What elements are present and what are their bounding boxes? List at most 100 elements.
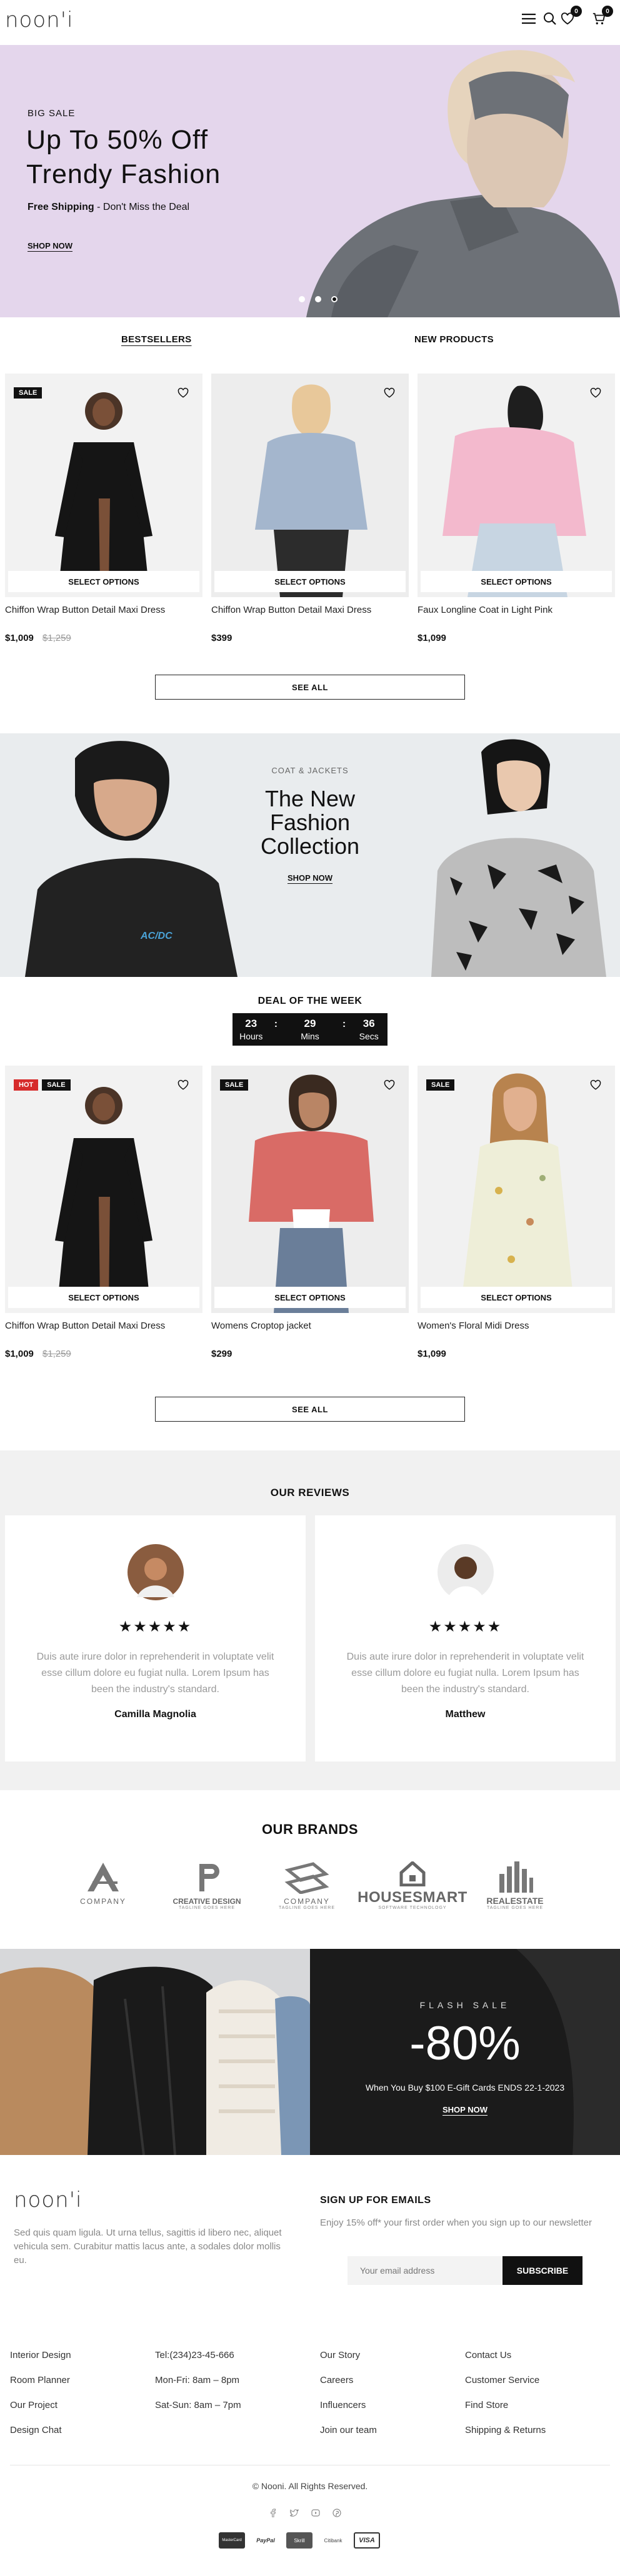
brand-logo[interactable]: REALESTATE TAGLINE GOES HERE bbox=[478, 1861, 552, 1918]
social-links bbox=[269, 2509, 341, 2517]
product-card[interactable]: HOT SALE SELECT OPTIONS Chiffon Wrap Butt… bbox=[5, 1066, 202, 1359]
footer-link[interactable]: Our Story bbox=[320, 2350, 445, 2375]
price-current: $1,009 bbox=[5, 1349, 34, 1359]
hero-banner: BIG SALE Up To 50% Off Trendy Fashion Fr… bbox=[0, 45, 620, 317]
product-name[interactable]: Womens Croptop jacket bbox=[211, 1320, 409, 1331]
countdown-secs: 36 Secs bbox=[359, 1018, 379, 1041]
product-card[interactable]: SELECT OPTIONS Faux Longline Coat in Lig… bbox=[418, 374, 615, 643]
brand-tagline: TAGLINE GOES HERE bbox=[279, 1906, 335, 1910]
product-image[interactable]: SELECT OPTIONS bbox=[418, 374, 615, 597]
collection-shop-now-link[interactable]: SHOP NOW bbox=[0, 873, 620, 883]
tab-bestsellers[interactable]: BESTSELLERS bbox=[121, 334, 191, 345]
skrill-icon: Skrill bbox=[286, 2532, 312, 2549]
product-name[interactable]: Chiffon Wrap Button Detail Maxi Dress bbox=[5, 605, 202, 615]
select-options-button[interactable]: SELECT OPTIONS bbox=[8, 571, 199, 592]
brand-logo[interactable]: COMPANY TAGLINE GOES HERE bbox=[272, 1861, 341, 1918]
pinterest-icon[interactable] bbox=[332, 2509, 341, 2517]
slider-dot[interactable] bbox=[315, 296, 321, 302]
brand-logo[interactable]: COMPANY bbox=[69, 1861, 138, 1918]
select-options-button[interactable]: SELECT OPTIONS bbox=[421, 1287, 612, 1308]
see-all-button[interactable]: SEE ALL bbox=[155, 675, 465, 700]
brand-logo[interactable]: HOUSESMART SOFTWARE TECHNOLOGY bbox=[356, 1860, 469, 1918]
hero-model-image bbox=[294, 45, 620, 317]
product-tags: SALE bbox=[426, 1079, 455, 1091]
wishlist-heart-icon[interactable] bbox=[590, 387, 601, 399]
sale-badge: SALE bbox=[220, 1079, 249, 1091]
product-price: $1,009 $1,259 bbox=[5, 1349, 202, 1359]
cart-icon[interactable]: 0 bbox=[590, 6, 613, 27]
brand-tagline: TAGLINE GOES HERE bbox=[487, 1906, 543, 1910]
flash-sale-desc: When You Buy $100 E-Gift Cards ENDS 22-1… bbox=[365, 2083, 565, 2093]
select-options-button[interactable]: SELECT OPTIONS bbox=[214, 571, 406, 592]
collection-title-line1: The New bbox=[264, 786, 356, 811]
review-stars: ★★★★★ bbox=[428, 1618, 502, 1635]
footer-link[interactable]: Shipping & Returns bbox=[465, 2425, 609, 2450]
menu-icon[interactable] bbox=[520, 10, 538, 27]
brand-logo[interactable]: CREATIVE DESIGN TAGLINE GOES HERE bbox=[164, 1861, 250, 1918]
footer-link[interactable]: Customer Service bbox=[465, 2375, 609, 2400]
flash-sale-shop-now-link[interactable]: SHOP NOW bbox=[310, 2105, 620, 2114]
product-name[interactable]: Chiffon Wrap Button Detail Maxi Dress bbox=[5, 1320, 202, 1331]
slider-dot-active[interactable] bbox=[331, 296, 338, 302]
product-card[interactable]: SALE SELECT OPTIONS Womens Croptop jacke… bbox=[211, 1066, 409, 1359]
product-card[interactable]: SALE SELECT OPTIONS Chiffon Wrap Button … bbox=[5, 374, 202, 643]
footer-contact-phone[interactable]: Tel:(234)23-45-666 bbox=[155, 2350, 292, 2375]
youtube-icon[interactable] bbox=[311, 2509, 320, 2517]
footer-link[interactable]: Contact Us bbox=[465, 2350, 609, 2375]
footer-link[interactable]: Room Planner bbox=[10, 2375, 135, 2400]
brand-tagline: SOFTWARE TECHNOLOGY bbox=[378, 1906, 447, 1910]
wishlist-heart-icon[interactable] bbox=[178, 1079, 189, 1091]
footer-link[interactable]: Careers bbox=[320, 2375, 445, 2400]
footer-col-3: Our Story Careers Influencers Join our t… bbox=[320, 2350, 445, 2450]
search-icon[interactable] bbox=[541, 10, 559, 27]
hero-title-line1: Up To 50% Off bbox=[26, 125, 209, 155]
footer-logo[interactable]: noon'i bbox=[14, 2187, 82, 2212]
reviews-title: OUR REVIEWS bbox=[270, 1487, 350, 1499]
product-image[interactable]: SALE SELECT OPTIONS bbox=[418, 1066, 615, 1313]
signup-text: Enjoy 15% off* your first order when you… bbox=[320, 2217, 592, 2228]
facebook-icon[interactable] bbox=[269, 2509, 278, 2517]
footer-link[interactable]: Find Store bbox=[465, 2400, 609, 2425]
price-current: $1,099 bbox=[418, 1349, 446, 1359]
paypal-icon: PayPal bbox=[256, 2537, 275, 2544]
review-card: ★★★★★ Duis aute irure dolor in reprehend… bbox=[315, 1515, 616, 1761]
footer-link[interactable]: Our Project bbox=[10, 2400, 135, 2425]
product-name[interactable]: Women's Floral Midi Dress bbox=[418, 1320, 615, 1331]
footer-link[interactable]: Join our team bbox=[320, 2425, 445, 2450]
footer-link[interactable]: Design Chat bbox=[10, 2425, 135, 2450]
site-logo[interactable]: noon'i bbox=[5, 7, 74, 32]
brand-name: CREATIVE DESIGN bbox=[172, 1897, 241, 1906]
collection-title-line3: Collection bbox=[260, 833, 360, 859]
wishlist-heart-icon[interactable] bbox=[590, 1079, 601, 1091]
see-all-button[interactable]: SEE ALL bbox=[155, 1397, 465, 1422]
hero-shop-now-link[interactable]: SHOP NOW bbox=[28, 241, 72, 250]
product-card[interactable]: SELECT OPTIONS Chiffon Wrap Button Detai… bbox=[211, 374, 409, 643]
product-name[interactable]: Chiffon Wrap Button Detail Maxi Dress bbox=[211, 605, 409, 615]
wishlist-icon[interactable]: 0 bbox=[559, 6, 582, 27]
wishlist-heart-icon[interactable] bbox=[384, 1079, 395, 1091]
tab-new-products[interactable]: NEW PRODUCTS bbox=[414, 334, 494, 345]
footer-hours-weekday: Mon-Fri: 8am – 8pm bbox=[155, 2375, 240, 2385]
wishlist-heart-icon[interactable] bbox=[178, 387, 189, 399]
product-image[interactable]: HOT SALE SELECT OPTIONS bbox=[5, 1066, 202, 1313]
footer-link[interactable]: Interior Design bbox=[10, 2350, 135, 2375]
footer-link[interactable]: Influencers bbox=[320, 2400, 445, 2425]
product-card[interactable]: SALE SELECT OPTIONS Women's Floral Midi … bbox=[418, 1066, 615, 1359]
reviewer-avatar bbox=[128, 1544, 184, 1600]
select-options-button[interactable]: SELECT OPTIONS bbox=[421, 571, 612, 592]
footer-col-2: Tel:(234)23-45-666 Mon-Fri: 8am – 8pm Sa… bbox=[155, 2350, 292, 2425]
wishlist-heart-icon[interactable] bbox=[384, 387, 395, 399]
review-card: ★★★★★ Duis aute irure dolor in reprehend… bbox=[5, 1515, 306, 1761]
product-image[interactable]: SELECT OPTIONS bbox=[211, 374, 409, 597]
product-image[interactable]: SALE SELECT OPTIONS bbox=[211, 1066, 409, 1313]
product-image[interactable]: SALE SELECT OPTIONS bbox=[5, 374, 202, 597]
select-options-button[interactable]: SELECT OPTIONS bbox=[214, 1287, 406, 1308]
select-options-button[interactable]: SELECT OPTIONS bbox=[8, 1287, 199, 1308]
reviewer-avatar bbox=[438, 1544, 494, 1600]
subscribe-button[interactable]: SUBSCRIBE bbox=[502, 2256, 582, 2285]
email-input[interactable] bbox=[348, 2256, 502, 2285]
product-name[interactable]: Faux Longline Coat in Light Pink bbox=[418, 605, 615, 615]
slider-dot[interactable] bbox=[299, 296, 305, 302]
twitter-icon[interactable] bbox=[290, 2509, 299, 2517]
hot-badge: HOT bbox=[14, 1079, 39, 1091]
